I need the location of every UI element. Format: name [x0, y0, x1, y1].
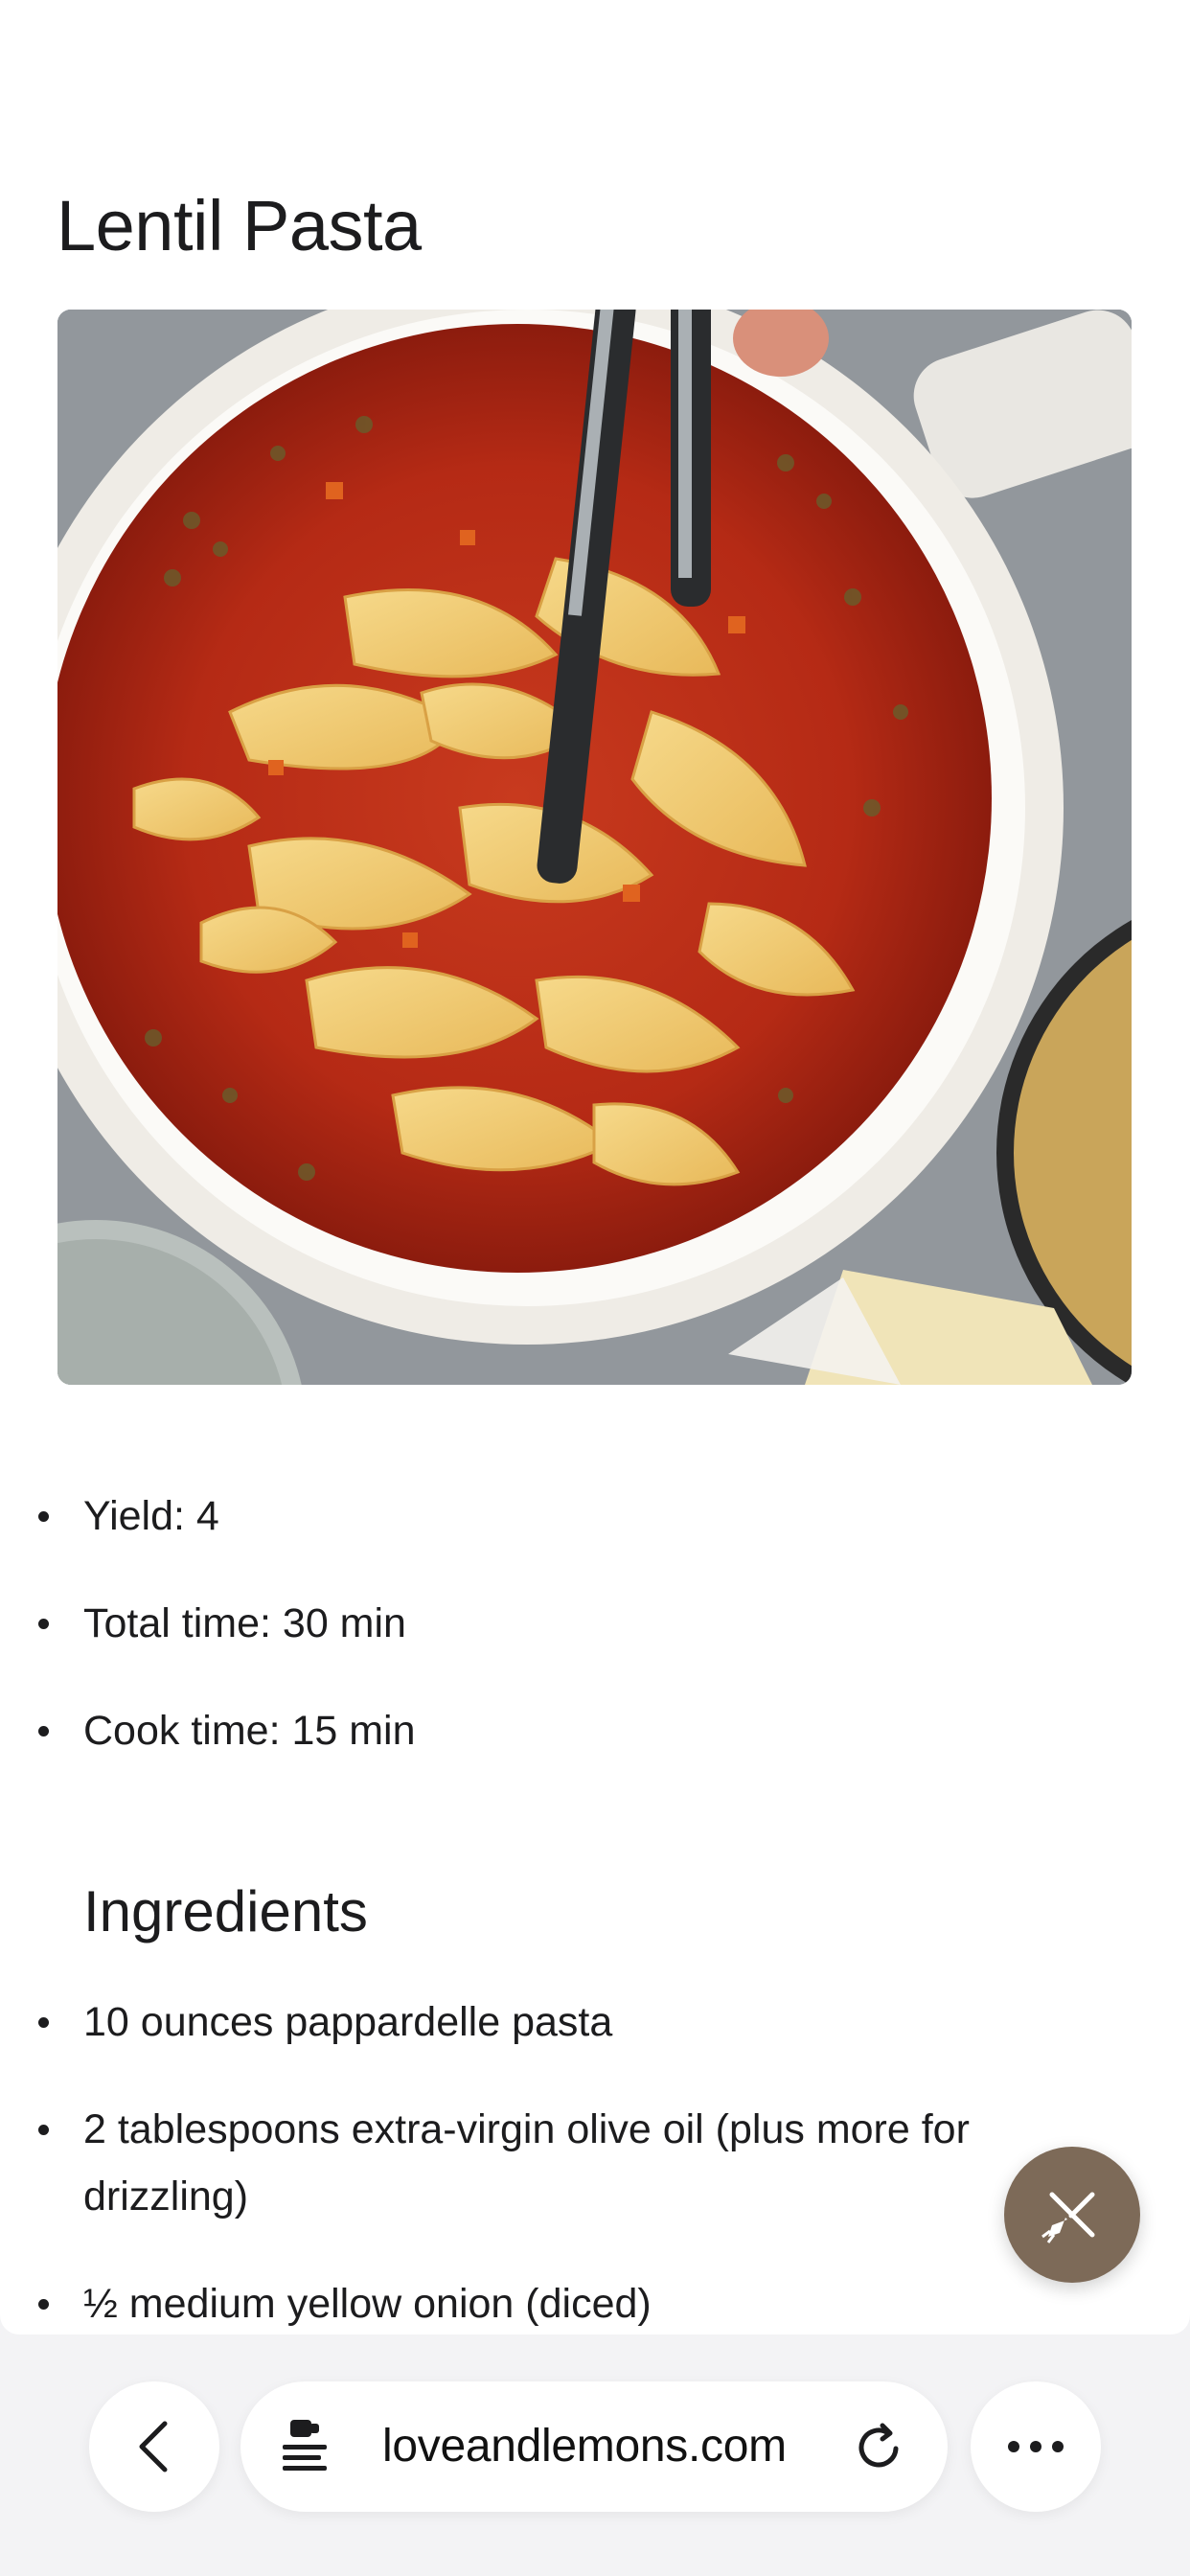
chevron-left-icon: [139, 2421, 168, 2472]
ingredient-text: 10 ounces pappardelle pasta: [83, 1999, 613, 2045]
bullet-icon: [38, 1511, 49, 1522]
list-item: Yield: 4: [0, 1476, 1190, 1583]
address-bar[interactable]: loveandlemons.com: [240, 2381, 948, 2512]
utensils-broom-icon: [1041, 2192, 1095, 2243]
more-button[interactable]: [971, 2381, 1101, 2512]
recipe-meta-list: Yield: 4 Total time: 30 min Cook time: 1…: [0, 1476, 1190, 1798]
list-item: Total time: 30 min: [0, 1583, 1190, 1690]
back-button[interactable]: [89, 2381, 219, 2512]
reader-mode-icon[interactable]: [281, 2418, 338, 2475]
bullet-icon: [38, 1726, 49, 1736]
total-time-text: Total time: 30 min: [83, 1600, 406, 1646]
ingredient-text: 2 tablespoons extra-virgin olive oil (pl…: [83, 2106, 970, 2220]
list-item: ½ medium yellow onion (diced): [0, 2270, 1190, 2334]
ingredient-text: ½ medium yellow onion (diced): [83, 2281, 652, 2327]
list-item: 10 ounces pappardelle pasta: [0, 1989, 1190, 2056]
bullet-icon: [38, 1619, 49, 1629]
more-dots-icon: [1008, 2441, 1064, 2452]
bullet-icon: [38, 2017, 49, 2028]
url-text[interactable]: loveandlemons.com: [382, 2381, 787, 2512]
yield-text: Yield: 4: [83, 1493, 219, 1539]
hero-image: [57, 310, 1132, 1385]
bullet-icon: [38, 2299, 49, 2310]
cooking-mode-button[interactable]: [1004, 2147, 1140, 2283]
bullet-icon: [38, 2125, 49, 2135]
reload-icon[interactable]: [854, 2420, 907, 2473]
ingredients-list: 10 ounces pappardelle pasta 2 tablespoon…: [0, 1989, 1190, 2334]
list-item: Cook time: 15 min: [0, 1690, 1190, 1798]
page-title: Lentil Pasta: [57, 186, 422, 265]
cook-time-text: Cook time: 15 min: [83, 1708, 416, 1754]
article-page: Lentil Pasta Yield: 4 Total time: 30 min…: [0, 0, 1190, 2334]
ingredients-heading: Ingredients: [83, 1879, 368, 1944]
